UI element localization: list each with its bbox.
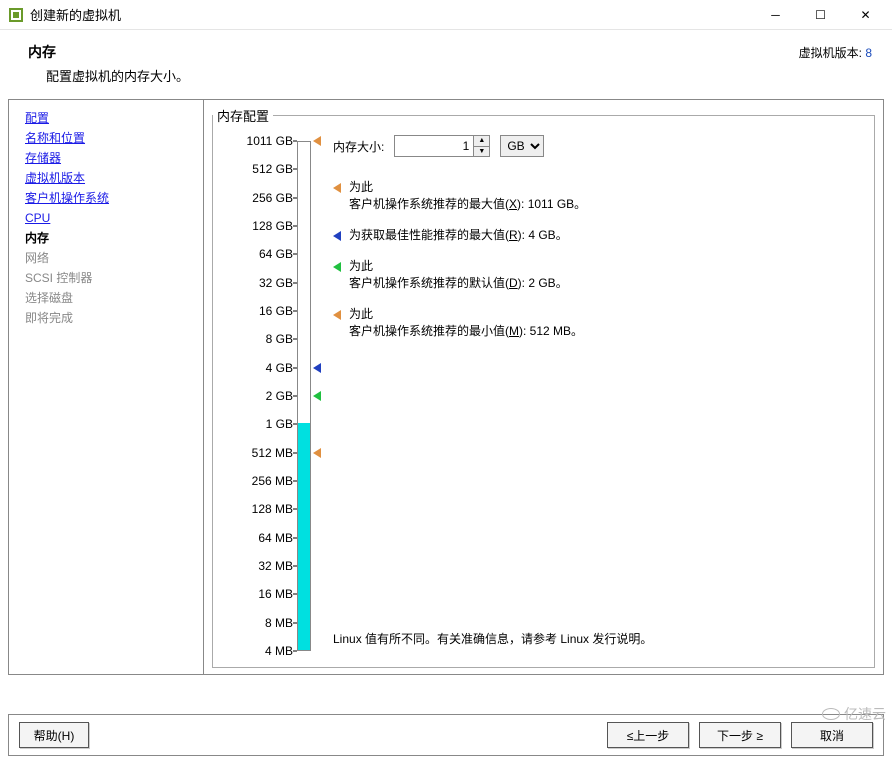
slider-tick-label: 4 GB [233,361,293,375]
sidebar-step-10: 即将完成 [25,308,203,328]
slider-tick-label: 64 MB [233,531,293,545]
slider-track[interactable] [297,141,311,651]
titlebar: 创建新的虚拟机 ─ ☐ ✕ [0,0,892,30]
triangle-orange-icon [333,310,341,320]
memory-config-legend: 内存配置 [213,106,273,125]
spinner-down-icon[interactable]: ▼ [474,147,489,157]
window-buttons: ─ ☐ ✕ [753,1,888,29]
slider-tick-label: 16 GB [233,304,293,318]
help-button[interactable]: 帮助(H) [19,722,89,748]
recommendation-text: 为获取最佳性能推荐的最大值(R): 4 GB。 [349,227,568,244]
slider-tick-label: 256 MB [233,474,293,488]
slider-tick-label: 32 MB [233,559,293,573]
page-title: 内存 [28,42,799,62]
minimize-button[interactable]: ─ [753,1,798,29]
memory-size-spinner[interactable]: ▲ ▼ [474,135,490,157]
slider-tick-label: 2 GB [233,389,293,403]
triangle-orange-icon [333,183,341,193]
slider-tick-label: 8 GB [233,332,293,346]
window-title: 创建新的虚拟机 [30,5,753,24]
recommendation-row: 为此客户机操作系统推荐的最小值(M): 512 MB。 [333,306,864,340]
memory-size-label: 内存大小: [333,138,384,155]
next-button[interactable]: 下一步 ≥ [699,722,781,748]
memory-config-group: 内存配置 1011 GB 512 GB 256 GB 128 GB 64 GB 32 GB… [212,106,875,668]
main-panel: 内存配置 1011 GB 512 GB 256 GB 128 GB 64 GB 32 GB… [204,99,884,675]
page-subtitle: 配置虚拟机的内存大小。 [46,66,799,85]
maximize-button[interactable]: ☐ [798,1,843,29]
recommendation-row: 为此客户机操作系统推荐的默认值(D): 2 GB。 [333,258,864,292]
slider-marker-green [313,391,321,401]
spinner-up-icon[interactable]: ▲ [474,136,489,147]
slider-tick-label: 256 GB [233,191,293,205]
triangle-blue-icon [333,231,341,241]
sidebar-step-4[interactable]: 客户机操作系统 [25,188,203,208]
slider-tick-label: 512 GB [233,162,293,176]
slider-tick-label: 512 MB [233,446,293,460]
recommendation-row: 为获取最佳性能推荐的最大值(R): 4 GB。 [333,227,864,244]
slider-tick-label: 128 GB [233,219,293,233]
sidebar-step-7: 网络 [25,248,203,268]
slider-tick-label: 16 MB [233,587,293,601]
slider-fill [298,423,310,650]
sidebar-step-3[interactable]: 虚拟机版本 [25,168,203,188]
slider-tick-label: 1 GB [233,417,293,431]
sidebar-step-2[interactable]: 存储器 [25,148,203,168]
slider-tick-label: 8 MB [233,616,293,630]
recommendation-row: 为此客户机操作系统推荐的最大值(X): 1011 GB。 [333,179,864,213]
wizard-steps-sidebar: 配置名称和位置存储器虚拟机版本客户机操作系统CPU内存网络SCSI 控制器选择磁… [8,99,204,675]
recommendation-text: 为此客户机操作系统推荐的默认值(D): 2 GB。 [349,258,568,292]
wizard-header: 内存 配置虚拟机的内存大小。 虚拟机版本: 8 [0,30,892,95]
recommendation-text: 为此客户机操作系统推荐的最小值(M): 512 MB。 [349,306,583,340]
slider-tick-label: 64 GB [233,247,293,261]
vm-version-value: 8 [865,46,872,60]
wizard-body: 配置名称和位置存储器虚拟机版本客户机操作系统CPU内存网络SCSI 控制器选择磁… [0,95,892,675]
slider-marker-orange [313,448,321,458]
back-button[interactable]: ≤上一步 [607,722,689,748]
memory-size-input[interactable] [394,135,474,157]
memory-unit-select[interactable]: GB [500,135,544,157]
sidebar-step-1[interactable]: 名称和位置 [25,128,203,148]
slider-tick-label: 128 MB [233,502,293,516]
slider-marker-blue [313,363,321,373]
recommendation-text: 为此客户机操作系统推荐的最大值(X): 1011 GB。 [349,179,586,213]
cancel-button[interactable]: 取消 [791,722,873,748]
triangle-green-icon [333,262,341,272]
close-button[interactable]: ✕ [843,1,888,29]
wizard-buttonbar: 帮助(H) ≤上一步 下一步 ≥ 取消 [8,714,884,756]
memory-footnote: Linux 值有所不同。有关准确信息，请参考 Linux 发行说明。 [333,630,652,647]
vm-version-label: 虚拟机版本: [799,46,862,60]
slider-tick-label: 32 GB [233,276,293,290]
memory-size-row: 内存大小: ▲ ▼ GB [333,135,864,157]
app-icon [8,7,24,23]
memory-slider[interactable]: 1011 GB 512 GB 256 GB 128 GB 64 GB 32 GB 16 GB… [223,133,323,659]
memory-details: 内存大小: ▲ ▼ GB 为此客户机操作系统推荐的最大值(X): 1011 GB… [333,133,864,659]
slider-tick-label: 4 MB [233,644,293,658]
slider-marker-orange [313,136,321,146]
vm-version: 虚拟机版本: 8 [799,44,872,61]
slider-tick-label: 1011 GB [233,134,293,148]
sidebar-step-5[interactable]: CPU [25,208,203,228]
sidebar-step-6: 内存 [25,228,203,248]
sidebar-step-9: 选择磁盘 [25,288,203,308]
sidebar-step-8: SCSI 控制器 [25,268,203,288]
sidebar-step-0[interactable]: 配置 [25,108,203,128]
